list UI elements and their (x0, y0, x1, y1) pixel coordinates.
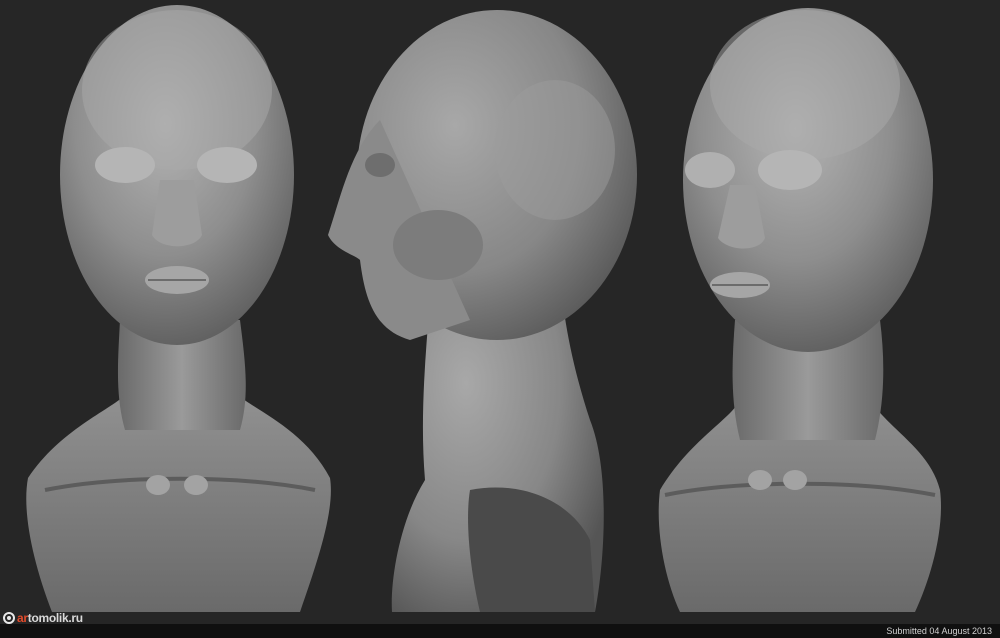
side-view-bust (328, 10, 637, 612)
logo-prefix: ar (17, 611, 28, 625)
sculpture-render (26, 5, 941, 612)
site-logo[interactable]: ar tomolik.ru (3, 611, 83, 625)
submitted-date: Submitted 04 August 2013 (886, 626, 992, 636)
three-quarter-view-bust (658, 8, 941, 612)
render-stage (0, 0, 1000, 638)
logo-icon (3, 612, 15, 624)
footer-bar (0, 624, 1000, 638)
front-view-bust (26, 5, 331, 612)
logo-text: tomolik.ru (27, 611, 83, 625)
